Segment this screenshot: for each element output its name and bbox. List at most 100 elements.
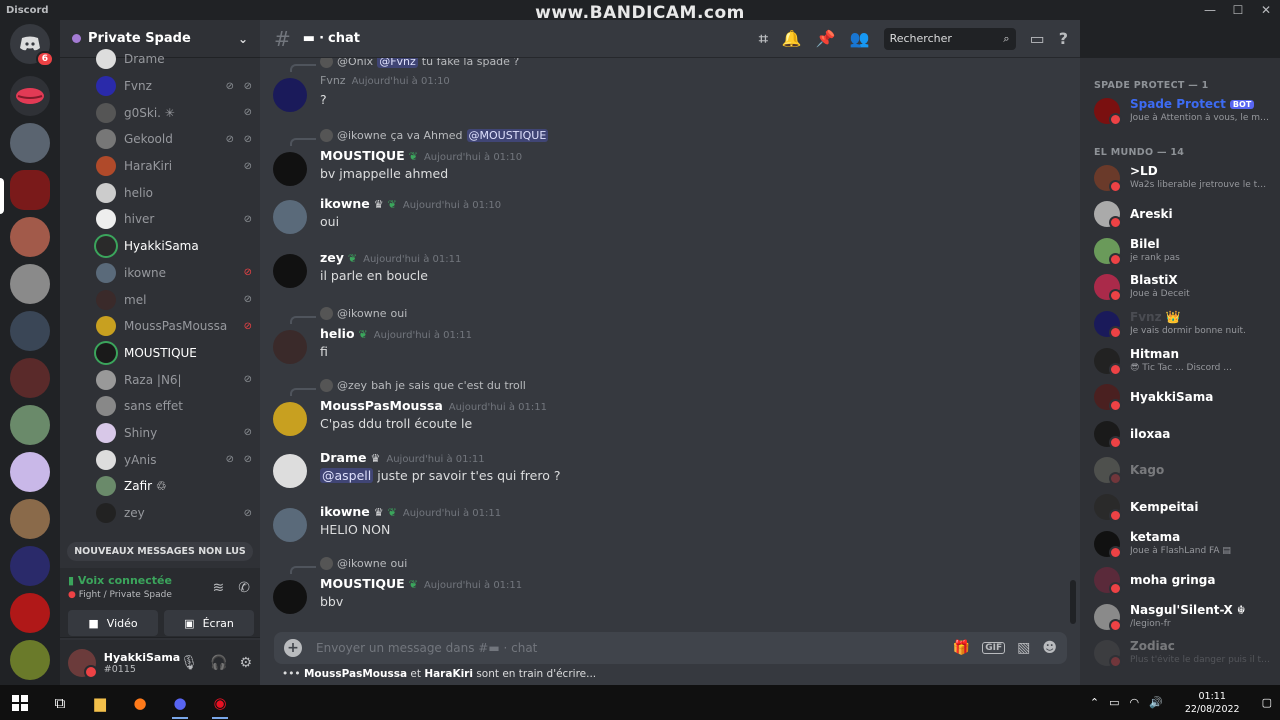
- voice-user[interactable]: hiver ⊘: [60, 206, 260, 233]
- file-explorer-icon[interactable]: ▆: [80, 685, 120, 720]
- server-icon-10[interactable]: [10, 546, 50, 586]
- member-item[interactable]: BlastiX Joue à Deceit: [1094, 270, 1274, 303]
- gif-button[interactable]: GIF: [982, 642, 1006, 654]
- message-author[interactable]: MOUSTIQUE: [320, 576, 405, 591]
- avatar[interactable]: [273, 508, 307, 542]
- avatar[interactable]: [273, 78, 307, 112]
- voice-user[interactable]: HyakkiSama: [60, 233, 260, 260]
- avatar[interactable]: [273, 200, 307, 234]
- firefox-icon[interactable]: ●: [120, 685, 160, 720]
- member-item[interactable]: Kago: [1094, 453, 1274, 486]
- voice-user[interactable]: Fvnz ⊘ ⊘: [60, 73, 260, 100]
- server-icon-3[interactable]: [10, 217, 50, 257]
- disconnect-icon[interactable]: ✆: [238, 580, 250, 596]
- voice-user[interactable]: Zafir ♲: [60, 473, 260, 500]
- avatar[interactable]: [273, 152, 307, 186]
- member-item[interactable]: Hitman 😎 Tic Tac ... Discord ...: [1094, 344, 1274, 376]
- server-icon-7[interactable]: [10, 405, 50, 445]
- chevron-up-icon[interactable]: ⌃: [1090, 696, 1099, 709]
- avatar[interactable]: [273, 254, 307, 288]
- voice-user[interactable]: helio: [60, 179, 260, 206]
- voice-user[interactable]: Shiny ⊘: [60, 420, 260, 447]
- avatar[interactable]: [273, 454, 307, 488]
- message-author[interactable]: MoussPasMoussa: [320, 398, 443, 413]
- pin-icon[interactable]: 📌: [816, 29, 836, 48]
- server-icon-12[interactable]: [10, 640, 50, 680]
- members-icon[interactable]: 👥: [850, 29, 870, 48]
- add-attachment-icon[interactable]: +: [284, 639, 302, 657]
- user-mention[interactable]: @aspell: [320, 468, 374, 483]
- member-item[interactable]: Nasgul'Silent-X ☬/legion-fr: [1094, 600, 1274, 632]
- user-info[interactable]: HyakkiSama #0115: [104, 651, 180, 675]
- message-author[interactable]: Fvnz: [320, 74, 346, 87]
- reply-preview[interactable]: @Onix @Fvnz tu fake la spade ?: [320, 58, 519, 68]
- voice-user[interactable]: Raza |N6| ⊘: [60, 366, 260, 393]
- message-composer[interactable]: + Envoyer un message dans #▬ · chat 🎁 GI…: [274, 632, 1067, 664]
- message-author[interactable]: MOUSTIQUE: [320, 148, 405, 163]
- server-icon-4[interactable]: [10, 264, 50, 304]
- avatar[interactable]: [68, 648, 98, 679]
- new-messages-banner[interactable]: NOUVEAUX MESSAGES NON LUS: [67, 542, 253, 561]
- member-item[interactable]: Kempeitai: [1094, 490, 1274, 522]
- member-item[interactable]: moha gringa: [1094, 563, 1274, 596]
- message-author[interactable]: Drame: [320, 450, 366, 465]
- member-item[interactable]: Areski: [1094, 197, 1274, 230]
- message-author[interactable]: ikowne: [320, 504, 370, 519]
- reply-preview[interactable]: @ikowne oui: [320, 307, 407, 320]
- gear-icon[interactable]: ⚙: [239, 655, 252, 671]
- voice-user[interactable]: Drame: [60, 46, 260, 73]
- threads-icon[interactable]: ⌗: [759, 29, 768, 49]
- voice-location[interactable]: ● Fight / Private Spade: [68, 590, 172, 600]
- voice-user[interactable]: Gekoold ⊘ ⊘: [60, 126, 260, 153]
- screen-share-button[interactable]: ▣ Écran: [164, 610, 254, 636]
- clock[interactable]: 01:11 22/08/2022: [1185, 690, 1240, 716]
- server-icon-private-spade[interactable]: [10, 170, 50, 210]
- server-icon-6[interactable]: [10, 358, 50, 398]
- scrollbar[interactable]: [1070, 580, 1076, 624]
- notifications-icon[interactable]: ▢: [1262, 696, 1272, 709]
- reply-preview[interactable]: @zey bah je sais que c'est du troll: [320, 379, 526, 392]
- member-item[interactable]: HyakkiSama: [1094, 380, 1274, 413]
- home-button[interactable]: 6: [10, 24, 54, 67]
- server-icon-5[interactable]: [10, 311, 50, 351]
- wifi-icon[interactable]: ◠: [1130, 696, 1140, 709]
- voice-user[interactable]: ikowne ⊘: [60, 260, 260, 287]
- server-icon-11[interactable]: [10, 593, 50, 633]
- minimize-button[interactable]: —: [1196, 0, 1224, 20]
- member-item[interactable]: >LD Wa2s liberable jretrouve le ter...: [1094, 161, 1274, 193]
- inbox-icon[interactable]: ▭: [1030, 29, 1045, 48]
- avatar[interactable]: [273, 330, 307, 364]
- microphone-icon[interactable]: 🎙: [180, 655, 198, 671]
- battery-icon[interactable]: ▭: [1109, 696, 1119, 709]
- voice-user[interactable]: sans effet: [60, 393, 260, 420]
- discord-taskbar-icon[interactable]: ●: [160, 685, 200, 720]
- server-icon-lips[interactable]: [10, 76, 50, 116]
- message-author[interactable]: zey: [320, 250, 344, 265]
- help-icon[interactable]: ?: [1059, 29, 1068, 48]
- server-icon-8[interactable]: [10, 452, 50, 492]
- member-item[interactable]: Fvnz 👑 Je vais dormir bonne nuit.: [1094, 307, 1274, 339]
- server-icon-skull[interactable]: [10, 123, 50, 163]
- member-item[interactable]: ketama Joue à FlashLand FA ▤: [1094, 527, 1274, 559]
- voice-user[interactable]: HaraKiri ⊘: [60, 153, 260, 180]
- bandicam-taskbar-icon[interactable]: ◉: [200, 685, 240, 720]
- task-view-icon[interactable]: ⧉: [40, 685, 80, 720]
- volume-icon[interactable]: 🔊: [1149, 696, 1163, 709]
- member-item[interactable]: Zodiac Plus t'évite le danger puis il te …: [1094, 636, 1274, 669]
- voice-user[interactable]: MOUSTIQUE: [60, 340, 260, 367]
- emoji-icon[interactable]: ☻: [1042, 640, 1057, 656]
- member-item[interactable]: Spade Protect BOT Joue à Attention à vous,…: [1094, 94, 1274, 126]
- bell-icon[interactable]: 🔔: [782, 29, 802, 48]
- video-button[interactable]: ■ Vidéo: [68, 610, 158, 636]
- avatar[interactable]: [273, 402, 307, 436]
- server-icon-9[interactable]: [10, 499, 50, 539]
- member-item[interactable]: iloxaa: [1094, 417, 1274, 449]
- message-input[interactable]: Envoyer un message dans #▬ · chat: [316, 641, 537, 655]
- noise-suppression-icon[interactable]: ≋: [213, 580, 225, 596]
- voice-user[interactable]: g0Ski. ✳ ⊘: [60, 99, 260, 126]
- voice-user[interactable]: zey ⊘: [60, 500, 260, 527]
- voice-user[interactable]: MoussPasMoussa ⊘: [60, 313, 260, 340]
- sticker-icon[interactable]: ▧: [1017, 640, 1030, 656]
- reply-preview[interactable]: @ikowne ça va Ahmed @MOUSTIQUE: [320, 129, 549, 142]
- message-author[interactable]: ikowne: [320, 196, 370, 211]
